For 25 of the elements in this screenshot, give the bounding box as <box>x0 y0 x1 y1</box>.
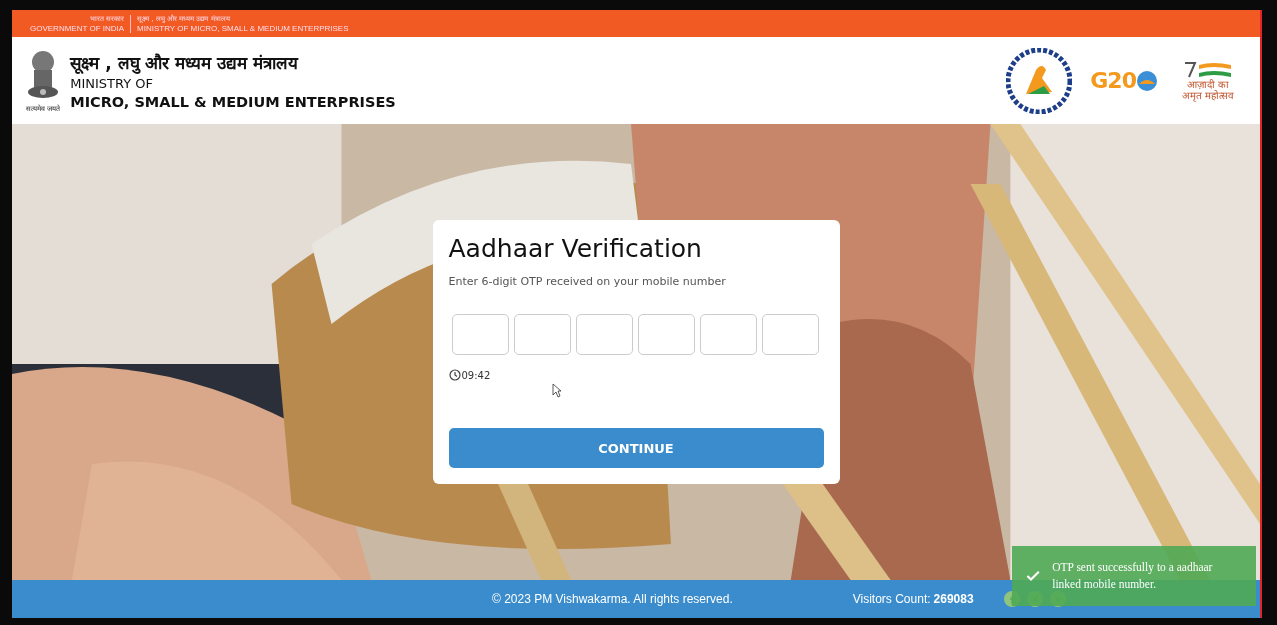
top-bar-text: MINISTRY OF MICRO, SMALL & MEDIUM ENTERPRISES <box>137 23 349 33</box>
otp-input-field[interactable] <box>699 314 757 355</box>
visitors-label: Visitors Count: <box>852 592 931 606</box>
toast-message: OTP sent successfully to a aadhaar linked mobile number. <box>1052 560 1214 592</box>
timer-text: 09:42 <box>461 369 491 381</box>
continue-button[interactable]: CONTINUE <box>448 428 824 468</box>
card-subtitle: Enter 6-digit OTP received on your mobile number <box>448 275 727 288</box>
g20-logo: G20 <box>1090 68 1158 93</box>
ministry-title-hindi: सूक्ष्म , लघु और मध्यम उद्यम मंत्रालय <box>70 52 300 74</box>
otp-input-field[interactable] <box>761 314 819 355</box>
top-bar-text: GOVERNMENT OF INDIA <box>30 23 125 33</box>
otp-input-field[interactable] <box>637 314 695 355</box>
ministry-title: MICRO, SMALL & MEDIUM ENTERPRISES <box>70 94 396 110</box>
otp-input-field[interactable] <box>513 314 571 355</box>
copyright-text: © 2023 PM Vishwakarma. All rights reserved. <box>492 592 733 606</box>
visitors-count: 269083 <box>933 592 974 606</box>
clock-icon <box>448 369 461 381</box>
peacock-logo-icon <box>1006 47 1073 114</box>
card-title: Aadhaar Verification <box>448 234 703 263</box>
otp-input-field[interactable] <box>575 314 633 355</box>
checkmark-icon <box>1026 568 1041 584</box>
otp-input-field[interactable] <box>451 314 509 355</box>
mouse-cursor-icon <box>551 383 562 398</box>
azadi-logo: आज़ादी का अमृत महोत्सव <box>1176 60 1240 101</box>
ministry-title: MINISTRY OF <box>70 76 155 91</box>
